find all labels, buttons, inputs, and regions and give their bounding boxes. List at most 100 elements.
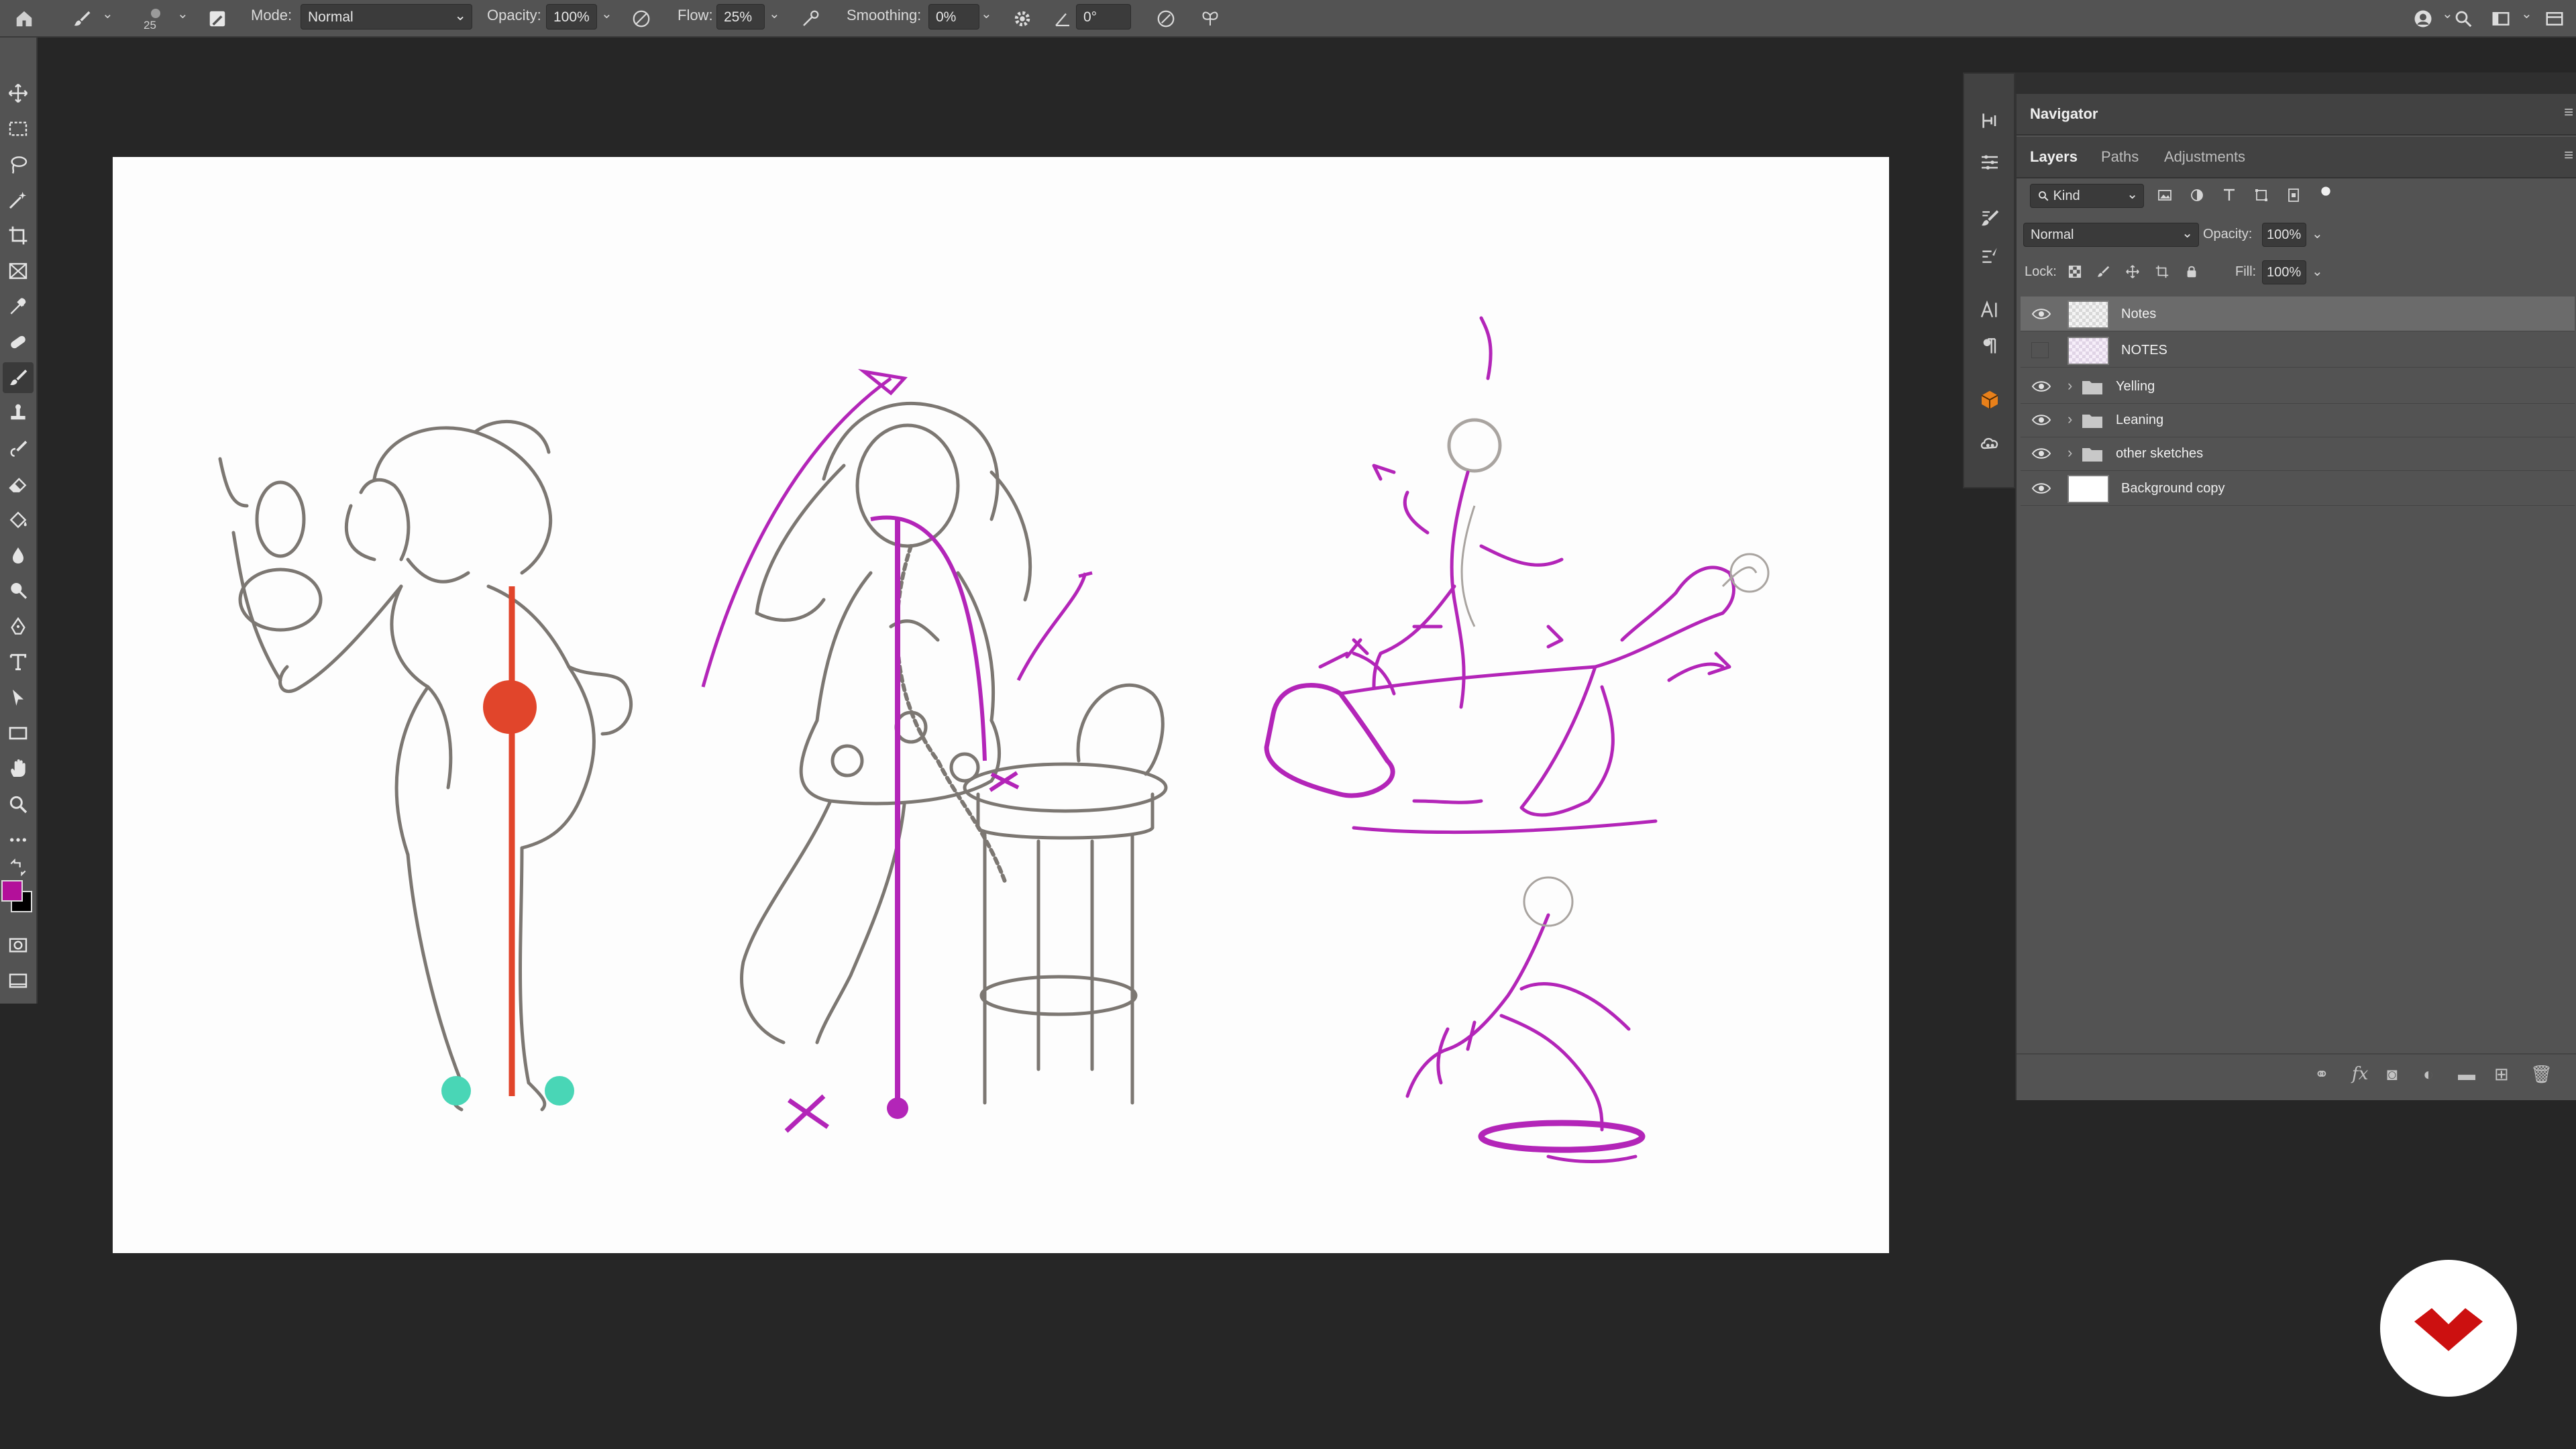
- layer-opacity-input[interactable]: 100%: [2262, 223, 2306, 247]
- flow-input[interactable]: 25%: [716, 4, 765, 30]
- pressure-size-icon[interactable]: [1151, 4, 1181, 34]
- tab-navigator[interactable]: Navigator: [2030, 105, 2098, 123]
- marquee-tool-icon[interactable]: [3, 113, 34, 144]
- delete-layer-trash-icon[interactable]: 🗑: [2530, 1064, 2553, 1085]
- character-panel-icon[interactable]: [1972, 292, 2007, 327]
- mode-select[interactable]: Normal ⌄: [301, 4, 472, 30]
- crop-tool-icon[interactable]: [3, 220, 34, 251]
- visibility-toggle-empty[interactable]: [2031, 342, 2049, 358]
- tab-adjustments[interactable]: Adjustments: [2164, 148, 2245, 166]
- foreground-color-swatch[interactable]: [1, 880, 23, 902]
- layer-row-yelling[interactable]: › Yelling: [2021, 369, 2575, 404]
- creative-cloud-libraries-icon[interactable]: [1972, 425, 2007, 460]
- lock-position-icon[interactable]: [2123, 262, 2143, 282]
- layer-row-notes-uppercase[interactable]: NOTES: [2021, 333, 2575, 368]
- eraser-tool-icon[interactable]: [3, 469, 34, 500]
- frame-tool-icon[interactable]: [3, 256, 34, 286]
- healing-brush-tool-icon[interactable]: [3, 327, 34, 358]
- new-group-folder-icon[interactable]: ▬: [2458, 1064, 2475, 1085]
- layer-row-notes[interactable]: Notes: [2021, 297, 2575, 331]
- brush-tool-icon[interactable]: [3, 362, 34, 393]
- zoom-tool-icon[interactable]: [3, 789, 34, 820]
- airbrush-icon[interactable]: [796, 4, 825, 34]
- lasso-tool-icon[interactable]: [3, 149, 34, 180]
- angle-input[interactable]: 0°: [1076, 4, 1131, 30]
- pressure-opacity-icon[interactable]: [627, 4, 656, 34]
- brush-settings-panel-icon[interactable]: [204, 4, 231, 34]
- opacity-input[interactable]: 100%: [546, 4, 597, 30]
- lock-transparent-pixels-icon[interactable]: [2065, 262, 2085, 282]
- filter-shape-icon[interactable]: [2251, 185, 2271, 205]
- blur-tool-icon[interactable]: [3, 540, 34, 571]
- smoothing-input[interactable]: 0%: [928, 4, 979, 30]
- tool-preset-chevron-icon[interactable]: ⌄: [102, 5, 113, 22]
- fill-chevron-icon[interactable]: ⌄: [2312, 263, 2323, 280]
- filter-type-icon[interactable]: [2219, 185, 2239, 205]
- filter-adjustment-icon[interactable]: [2187, 185, 2207, 205]
- tab-paths[interactable]: Paths: [2101, 148, 2139, 166]
- symmetry-butterfly-icon[interactable]: [1195, 4, 1225, 34]
- move-tool-icon[interactable]: [3, 78, 34, 109]
- tab-layers[interactable]: Layers: [2030, 148, 2078, 166]
- search-icon[interactable]: [2449, 4, 2478, 34]
- magic-wand-tool-icon[interactable]: [3, 184, 34, 215]
- visibility-eye-icon[interactable]: [2031, 412, 2051, 428]
- visibility-eye-icon[interactable]: [2031, 378, 2051, 394]
- layer-row-background-copy[interactable]: Background copy: [2021, 471, 2575, 506]
- filter-toggle-icon[interactable]: [2316, 181, 2336, 201]
- gear-icon[interactable]: [1008, 4, 1037, 34]
- share-user-icon[interactable]: [2408, 4, 2438, 34]
- brush-preset-chevron-icon[interactable]: ⌄: [177, 5, 189, 22]
- layer-filter-kind-select[interactable]: Kind ⌄: [2030, 184, 2144, 208]
- filter-smart-object-icon[interactable]: [2284, 185, 2304, 205]
- group-expand-chevron-icon[interactable]: ›: [2068, 444, 2072, 462]
- history-panel-icon[interactable]: [1972, 103, 2007, 138]
- brush-settings-icon[interactable]: [1972, 200, 2007, 235]
- hand-tool-icon[interactable]: [3, 753, 34, 784]
- more-tools-icon[interactable]: [3, 824, 34, 855]
- eyedropper-tool-icon[interactable]: [3, 291, 34, 322]
- document-canvas[interactable]: [113, 157, 1889, 1253]
- visibility-eye-icon[interactable]: [2031, 480, 2051, 496]
- dodge-tool-icon[interactable]: [3, 576, 34, 606]
- swap-colors-icon[interactable]: [3, 857, 34, 877]
- screen-mode-icon[interactable]: [3, 965, 34, 996]
- lock-image-pixels-icon[interactable]: [2093, 262, 2113, 282]
- brushes-panel-icon[interactable]: [1972, 237, 2007, 272]
- home-icon[interactable]: [9, 4, 39, 34]
- workspace-icon[interactable]: [2486, 4, 2516, 34]
- group-expand-chevron-icon[interactable]: ›: [2068, 377, 2072, 394]
- paragraph-panel-icon[interactable]: [1972, 329, 2007, 364]
- history-brush-tool-icon[interactable]: [3, 433, 34, 464]
- properties-panel-icon[interactable]: [1972, 145, 2007, 180]
- type-tool-icon[interactable]: [3, 647, 34, 678]
- rectangle-tool-icon[interactable]: [3, 718, 34, 749]
- filter-pixel-icon[interactable]: [2155, 185, 2175, 205]
- new-adjustment-layer-icon[interactable]: ◐: [2423, 1064, 2434, 1085]
- lock-artboard-icon[interactable]: [2152, 262, 2172, 282]
- visibility-eye-icon[interactable]: [2031, 445, 2051, 462]
- path-selection-tool-icon[interactable]: [3, 682, 34, 713]
- window-arrange-icon[interactable]: [2540, 4, 2569, 34]
- pen-tool-icon[interactable]: [3, 611, 34, 642]
- blend-mode-select[interactable]: Normal ⌄: [2023, 223, 2199, 247]
- layers-menu-icon[interactable]: ≡: [2564, 146, 2573, 165]
- add-mask-icon[interactable]: ◙: [2387, 1064, 2398, 1085]
- new-layer-icon[interactable]: ⊞: [2494, 1064, 2509, 1085]
- paint-bucket-tool-icon[interactable]: [3, 504, 34, 535]
- visibility-eye-icon[interactable]: [2031, 306, 2051, 322]
- quick-mask-icon[interactable]: [3, 930, 34, 961]
- 3d-panel-icon[interactable]: [1972, 382, 2007, 417]
- group-expand-chevron-icon[interactable]: ›: [2068, 411, 2072, 428]
- clone-stamp-tool-icon[interactable]: [3, 398, 34, 429]
- smoothing-chevron-icon[interactable]: ⌄: [981, 5, 992, 22]
- layer-row-leaning[interactable]: › Leaning: [2021, 402, 2575, 437]
- brush-tool-icon[interactable]: [67, 4, 97, 34]
- flow-chevron-icon[interactable]: ⌄: [769, 5, 780, 22]
- fill-input[interactable]: 100%: [2262, 260, 2306, 284]
- lock-all-icon[interactable]: [2182, 262, 2202, 282]
- layer-effects-fx-icon[interactable]: fx: [2352, 1064, 2368, 1084]
- navigator-menu-icon[interactable]: ≡: [2564, 103, 2573, 122]
- opacity-chevron-icon[interactable]: ⌄: [601, 5, 612, 22]
- workspace-chevron-icon[interactable]: ⌄: [2521, 5, 2532, 22]
